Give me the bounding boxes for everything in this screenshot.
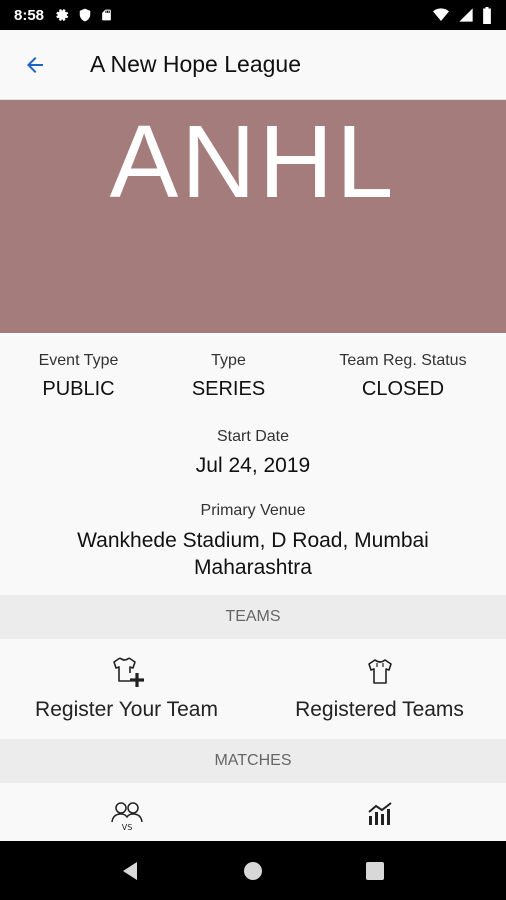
register-team-label: Register Your Team — [35, 698, 218, 721]
app-bar: A New Hope League — [0, 30, 506, 100]
settings-gear-icon — [56, 9, 69, 21]
match-versus-button[interactable]: VS — [0, 800, 253, 832]
stats-chart-icon — [367, 802, 392, 825]
primary-venue-label: Primary Venue — [200, 502, 306, 519]
system-nav-bar — [0, 841, 506, 900]
type-label: Type — [211, 352, 246, 369]
venue-line-2: Maharashtra — [194, 556, 312, 579]
arrow-back-icon — [27, 56, 43, 73]
event-type-field: Event Type PUBLIC — [0, 352, 157, 401]
registered-teams-button[interactable]: Registered Teams — [253, 655, 506, 722]
page-title: A New Hope League — [90, 51, 301, 77]
shield-icon — [79, 8, 91, 22]
event-type-label: Event Type — [38, 352, 119, 369]
league-banner: ANHL — [0, 100, 506, 333]
status-time: 8:58 — [14, 6, 45, 24]
type-value: SERIES — [191, 378, 266, 400]
shirt-icon — [367, 659, 392, 684]
registered-teams-label: Registered Teams — [295, 698, 464, 721]
match-stats-button[interactable] — [253, 800, 506, 832]
nav-home-button[interactable] — [228, 846, 278, 896]
shirt-add-icon — [112, 657, 144, 687]
type-field: Type SERIES — [157, 352, 300, 401]
versus-icon: VS — [110, 802, 143, 832]
teams-actions: Register Your Team Registered Teams — [0, 655, 506, 722]
team-reg-status-value: CLOSED — [361, 378, 445, 400]
back-button[interactable] — [0, 30, 70, 100]
primary-venue-value: Wankhede Stadium, D Road, Mumbai Maharas… — [0, 527, 506, 581]
nav-recents-square-icon — [366, 861, 384, 880]
primary-venue-field: Primary Venue Wankhede Stadium, D Road, … — [0, 502, 506, 581]
start-date-field: Start Date Jul 24, 2019 — [0, 428, 506, 478]
start-date-value: Jul 24, 2019 — [195, 454, 311, 477]
wifi-icon — [433, 8, 449, 21]
teams-section-header: TEAMS — [0, 595, 506, 639]
venue-line-1: Wankhede Stadium, D Road, Mumbai — [77, 529, 429, 552]
register-team-button[interactable]: Register Your Team — [0, 655, 253, 722]
event-info-row: Event Type PUBLIC Type SERIES Team Reg. … — [0, 352, 506, 401]
svg-text:VS: VS — [121, 823, 132, 832]
matches-section-header: MATCHES — [0, 739, 506, 783]
signal-icon — [459, 8, 473, 22]
event-type-value: PUBLIC — [42, 378, 115, 400]
team-reg-status-field: Team Reg. Status CLOSED — [300, 352, 506, 401]
nav-back-triangle-icon — [123, 861, 137, 880]
team-reg-status-label: Team Reg. Status — [339, 352, 467, 369]
sd-card-icon — [102, 9, 111, 21]
nav-home-circle-icon — [244, 861, 262, 880]
battery-icon — [483, 6, 491, 24]
nav-recents-button[interactable] — [350, 846, 400, 896]
status-bar: 8:58 — [0, 0, 506, 30]
start-date-label: Start Date — [216, 428, 290, 445]
banner-text: ANHL — [109, 104, 397, 219]
nav-back-button[interactable] — [106, 846, 156, 896]
matches-actions: VS — [0, 800, 506, 832]
